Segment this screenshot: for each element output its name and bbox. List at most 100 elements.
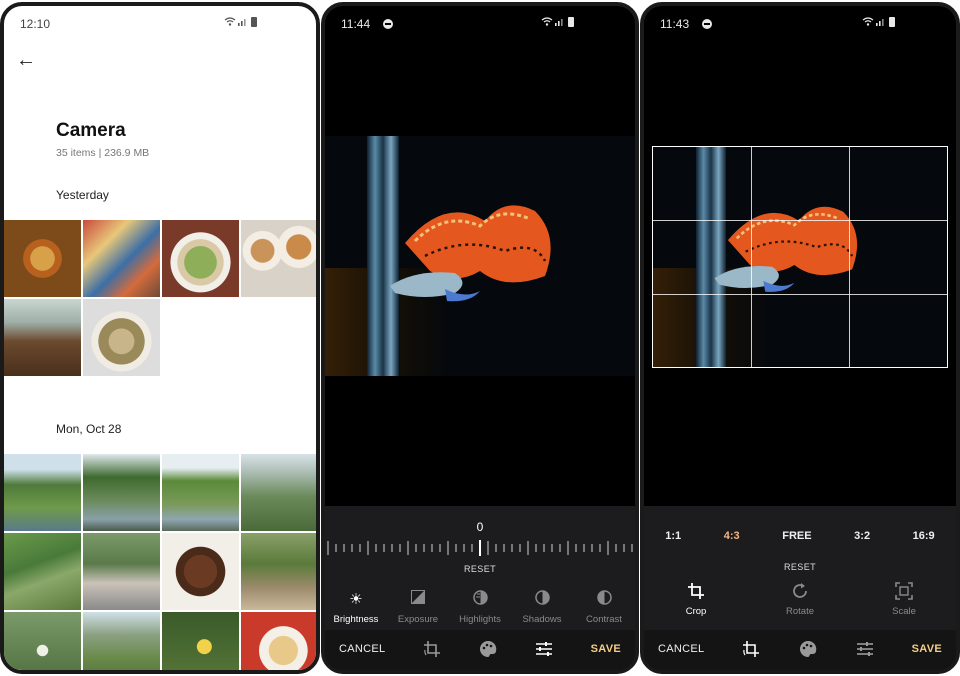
- status-icons: [862, 16, 896, 30]
- photo-thumbnail[interactable]: [4, 612, 81, 670]
- adjust-panel: 0 RESET ☀ Brightness Exposure Highlights…: [325, 506, 635, 670]
- crop-grid-line: [750, 147, 752, 367]
- scale-icon: [895, 582, 913, 602]
- status-icons: [541, 16, 575, 30]
- photo-thumbnail[interactable]: [162, 533, 239, 610]
- status-icons: [224, 16, 258, 30]
- wifi-signal-battery-icon: [541, 17, 574, 27]
- crop-grid-line: [653, 293, 947, 295]
- editor-bottom-bar: CANCEL SAVE: [325, 630, 635, 670]
- wifi-signal-battery-icon: [224, 17, 257, 27]
- status-time: 12:10: [20, 17, 51, 31]
- photo-grid-yesterday: [4, 220, 316, 376]
- photo-grid-oct-28: [4, 454, 316, 670]
- tool-label: Brightness: [333, 614, 379, 625]
- section-header-yesterday: Yesterday: [56, 188, 109, 202]
- tool-rotate[interactable]: Rotate: [770, 582, 830, 617]
- photo-thumbnail[interactable]: [83, 454, 160, 531]
- crop-icon: [687, 582, 705, 602]
- adjust-tools: ☀ Brightness Exposure Highlights Shadows…: [325, 590, 635, 625]
- palette-tab-icon[interactable]: [797, 638, 819, 660]
- reset-button[interactable]: RESET: [325, 564, 635, 574]
- do-not-disturb-icon: [383, 19, 393, 29]
- cancel-button[interactable]: CANCEL: [339, 643, 385, 655]
- tool-crop[interactable]: Crop: [666, 582, 726, 617]
- photo-thumbnail[interactable]: [4, 299, 81, 376]
- contrast-icon: [596, 590, 612, 610]
- fish-photo: [325, 136, 635, 376]
- shadows-icon: [534, 590, 550, 610]
- photo-thumbnail[interactable]: [241, 533, 316, 610]
- sun-icon: ☀: [349, 591, 363, 608]
- ratio-1-1[interactable]: 1:1: [665, 530, 681, 542]
- adjust-editor-phone: 11:44 0 RESET ☀ Brightness Exposure High…: [321, 2, 639, 674]
- crop-grid-line: [848, 147, 850, 367]
- back-arrow-icon[interactable]: ←: [14, 48, 38, 72]
- photo-thumbnail[interactable]: [4, 533, 81, 610]
- editor-tabs: [740, 638, 876, 660]
- photo-thumbnail[interactable]: [241, 454, 316, 531]
- tool-highlights[interactable]: Highlights: [450, 590, 510, 625]
- adjust-tab-icon[interactable]: [854, 638, 876, 660]
- ratio-4-3[interactable]: 4:3: [724, 530, 740, 542]
- cancel-button[interactable]: CANCEL: [658, 643, 704, 655]
- gallery-phone: 12:10 ← Camera 35 items | 236.9 MB Yeste…: [0, 2, 320, 674]
- crop-frame[interactable]: [652, 146, 948, 368]
- tool-label: Crop: [685, 606, 707, 617]
- crop-rotate-tab-icon[interactable]: [740, 638, 762, 660]
- tool-label: Exposure: [397, 614, 439, 625]
- tool-label: Highlights: [459, 614, 501, 625]
- adjust-tab-icon[interactable]: [533, 638, 555, 660]
- tool-exposure[interactable]: Exposure: [388, 590, 448, 625]
- photo-thumbnail[interactable]: [83, 220, 160, 297]
- crop-panel: 1:1 4:3 FREE 3:2 16:9 RESET Crop Rotate …: [644, 506, 956, 670]
- wifi-signal-battery-icon: [862, 17, 895, 27]
- status-bar: 12:10: [4, 6, 316, 42]
- photo-thumbnail[interactable]: [4, 220, 81, 297]
- screenshot-collage: 12:10 ← Camera 35 items | 236.9 MB Yeste…: [0, 0, 960, 676]
- status-time: 11:43: [660, 17, 690, 31]
- save-button[interactable]: SAVE: [912, 643, 942, 655]
- ratio-16-9[interactable]: 16:9: [913, 530, 935, 542]
- tool-brightness[interactable]: ☀ Brightness: [326, 590, 386, 625]
- tool-shadows[interactable]: Shadows: [512, 590, 572, 625]
- status-bar: 11:43: [644, 6, 956, 42]
- tool-scale[interactable]: Scale: [874, 582, 934, 617]
- crop-rotate-tab-icon[interactable]: [421, 638, 443, 660]
- editor-bottom-bar: CANCEL SAVE: [644, 630, 956, 670]
- photo-thumbnail[interactable]: [4, 454, 81, 531]
- save-button[interactable]: SAVE: [591, 643, 621, 655]
- reset-button[interactable]: RESET: [644, 562, 956, 572]
- brightness-slider[interactable]: [325, 540, 635, 556]
- photo-thumbnail[interactable]: [162, 612, 239, 670]
- crop-tools: Crop Rotate Scale: [644, 582, 956, 617]
- status-bar: 11:44: [325, 6, 635, 42]
- photo-thumbnail[interactable]: [83, 533, 160, 610]
- crop-grid-line: [653, 220, 947, 222]
- tool-contrast[interactable]: Contrast: [574, 590, 634, 625]
- betta-fish: [390, 205, 551, 302]
- tool-label: Shadows: [522, 614, 562, 625]
- do-not-disturb-icon: [702, 19, 712, 29]
- editor-tabs: [421, 638, 555, 660]
- photo-thumbnail[interactable]: [162, 220, 239, 297]
- rotate-icon: [791, 582, 809, 602]
- photo-thumbnail[interactable]: [241, 220, 316, 297]
- photo-thumbnail[interactable]: [162, 454, 239, 531]
- ratio-free[interactable]: FREE: [782, 530, 811, 542]
- palette-tab-icon[interactable]: [477, 638, 499, 660]
- photo-thumbnail[interactable]: [83, 612, 160, 670]
- exposure-icon: [411, 590, 425, 610]
- slider-value: 0: [476, 520, 484, 534]
- crop-editor-phone: 11:43 1:1 4:3 FREE 3:2 16:9 RESET Crop R…: [640, 2, 960, 674]
- tool-label: Contrast: [586, 614, 622, 625]
- album-subtitle: 35 items | 236.9 MB: [56, 147, 150, 159]
- section-header-oct-28: Mon, Oct 28: [56, 422, 122, 436]
- photo-thumbnail[interactable]: [241, 612, 316, 670]
- photo-thumbnail[interactable]: [83, 299, 160, 376]
- ratio-3-2[interactable]: 3:2: [854, 530, 870, 542]
- highlights-icon: [472, 590, 488, 610]
- aspect-ratio-options: 1:1 4:3 FREE 3:2 16:9: [644, 530, 956, 542]
- tool-label: Rotate: [786, 606, 814, 617]
- tool-label: Scale: [892, 606, 916, 617]
